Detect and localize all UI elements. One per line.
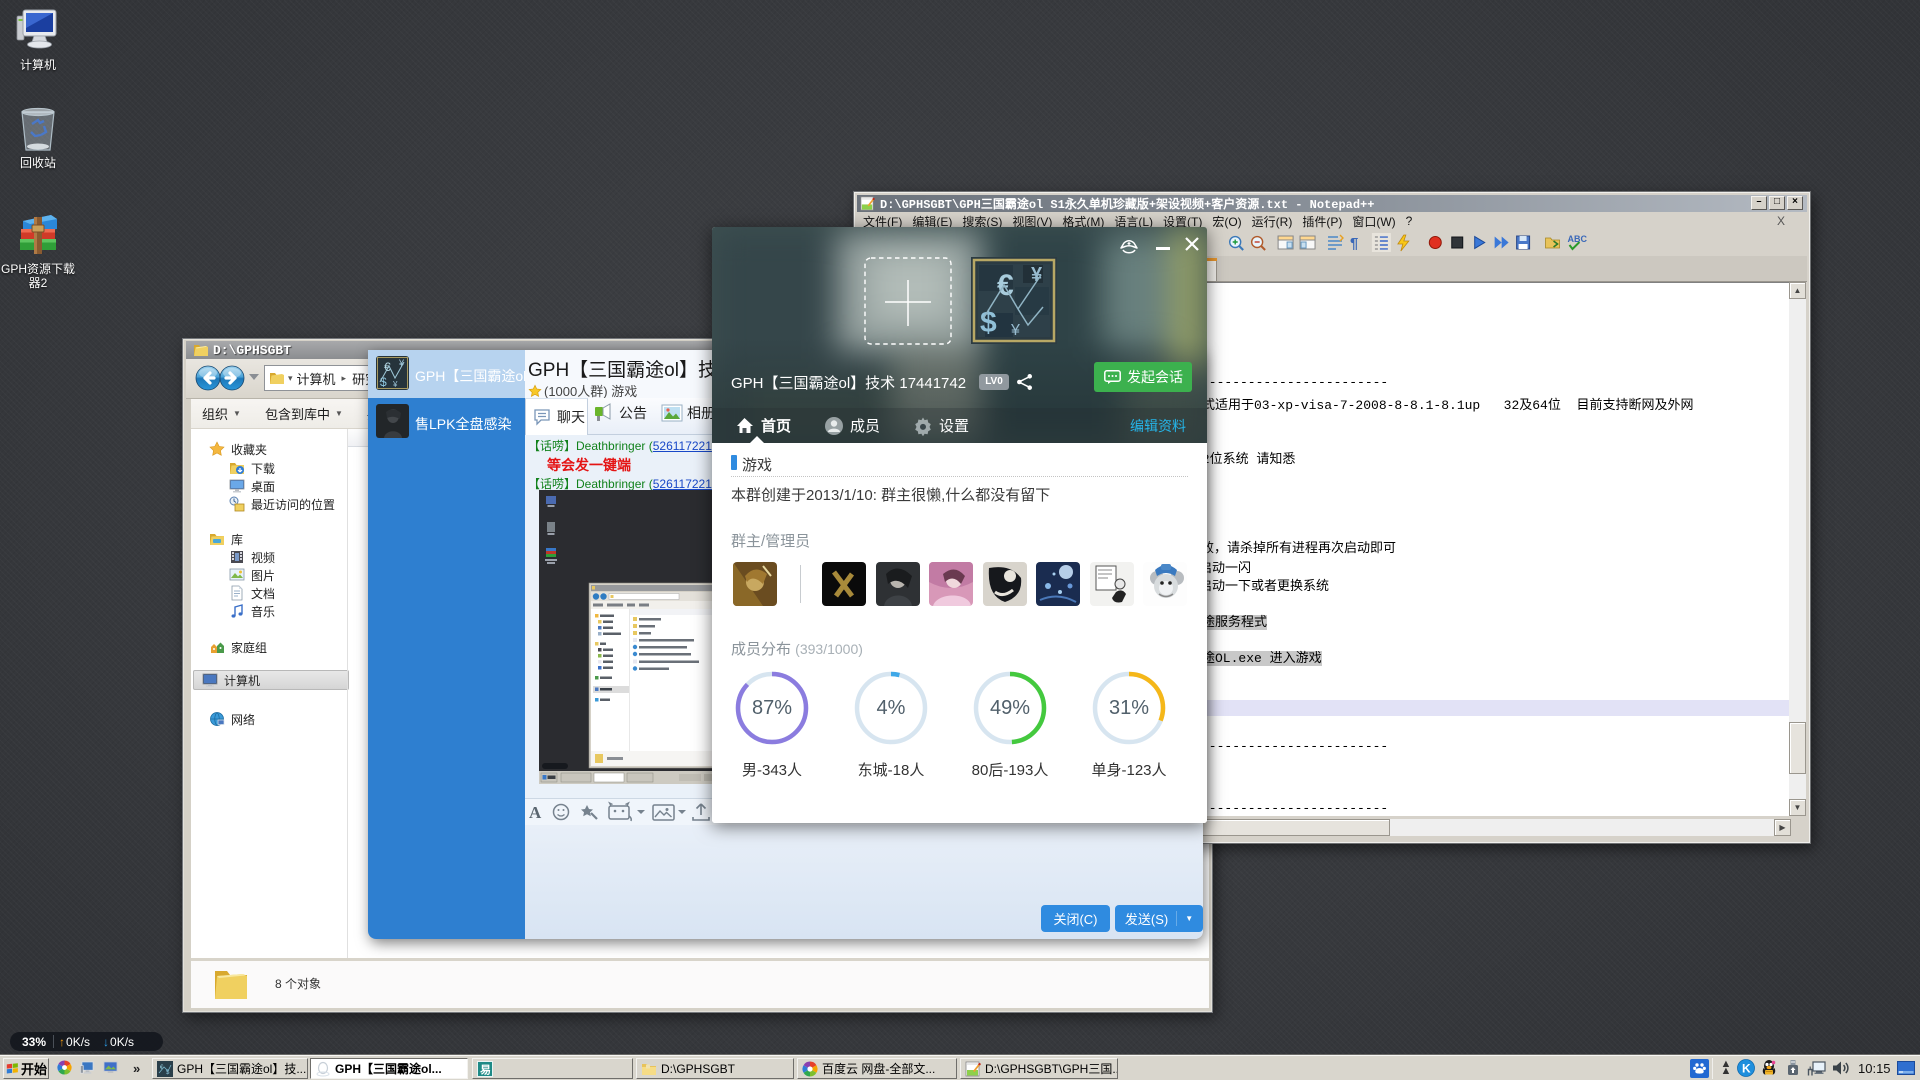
- svg-text:易: 易: [480, 1063, 491, 1076]
- svg-text:K: K: [1742, 1062, 1751, 1076]
- svg-text:¥: ¥: [1031, 264, 1043, 286]
- svg-text:$: $: [380, 375, 387, 389]
- svg-text:¶: ¶: [1350, 235, 1358, 252]
- svg-text:A: A: [529, 803, 542, 822]
- svg-text:ABC: ABC: [1568, 234, 1588, 244]
- svg-text:¥: ¥: [1010, 322, 1020, 339]
- svg-text:¥: ¥: [392, 380, 398, 389]
